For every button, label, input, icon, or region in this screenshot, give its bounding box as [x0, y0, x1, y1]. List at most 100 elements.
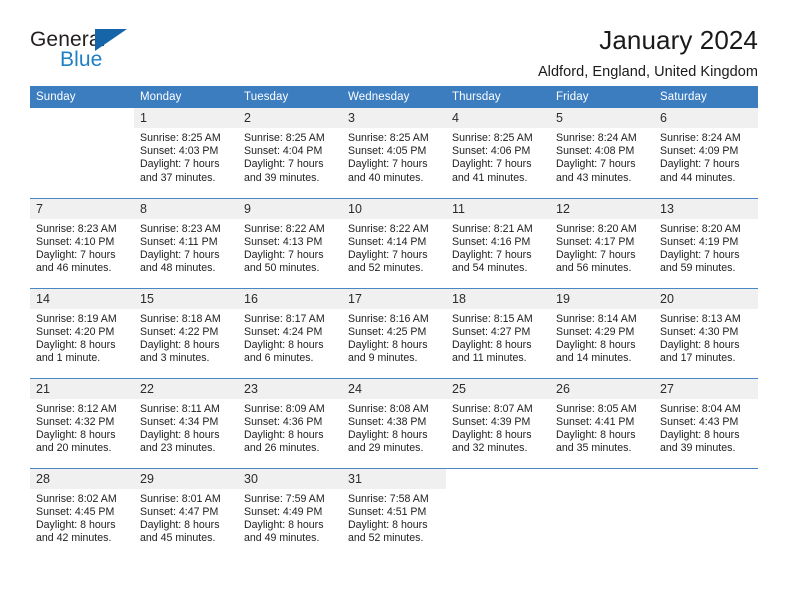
daylight-text: and 17 minutes.	[660, 352, 736, 365]
calendar-day-cell[interactable]: 30 Sunrise: 7:59 AM Sunset: 4:49 PM Dayligh…	[238, 467, 342, 558]
day-number: 30	[238, 468, 342, 489]
day-cell-inner: 24 Sunrise: 8:08 AM Sunset: 4:38 PM Dayligh…	[342, 378, 446, 468]
calendar-day-cell[interactable]: 8 Sunrise: 8:23 AM Sunset: 4:11 PM Daylight…	[134, 197, 238, 288]
calendar-day-cell[interactable]: 28 Sunrise: 8:02 AM Sunset: 4:45 PM Dayligh…	[30, 467, 134, 559]
calendar-day-cell[interactable]: 13 Sunrise: 8:20 AM Sunset: 4:19 PM Dayligh…	[654, 197, 758, 288]
sunset-text: Sunset: 4:36 PM	[244, 415, 323, 428]
calendar-day-cell[interactable]: 26 Sunrise: 8:05 AM Sunset: 4:41 PM Dayligh…	[550, 377, 654, 468]
day-cell-inner: 19 Sunrise: 8:14 AM Sunset: 4:29 PM Dayligh…	[550, 288, 654, 378]
calendar-day-cell[interactable]: 11 Sunrise: 8:21 AM Sunset: 4:16 PM Dayligh…	[446, 197, 550, 288]
calendar-day-cell[interactable]: 29 Sunrise: 8:01 AM Sunset: 4:47 PM Dayligh…	[134, 467, 238, 558]
day-number: 27	[654, 378, 758, 399]
calendar-day-cell[interactable]: 17 Sunrise: 8:16 AM Sunset: 4:25 PM Dayligh…	[342, 287, 446, 378]
day-details: Sunrise: 8:09 AM Sunset: 4:36 PM Daylight:…	[238, 399, 342, 456]
sunset-text: Sunset: 4:09 PM	[660, 145, 739, 158]
sunrise-text: Sunrise: 8:15 AM	[452, 312, 533, 325]
sunset-text: Sunset: 4:16 PM	[452, 235, 531, 248]
sunrise-text: Sunrise: 8:12 AM	[36, 402, 117, 415]
daylight-text: Daylight: 8 hours	[660, 428, 740, 441]
day-cell-inner: 28 Sunrise: 8:02 AM Sunset: 4:45 PM Dayligh…	[30, 468, 134, 559]
sunrise-text: Sunrise: 8:20 AM	[660, 222, 741, 235]
sunrise-text: Sunrise: 8:05 AM	[556, 402, 637, 415]
day-details: Sunrise: 8:20 AM Sunset: 4:19 PM Daylight:…	[654, 219, 758, 276]
sunrise-text: Sunrise: 8:04 AM	[660, 402, 741, 415]
day-cell-inner: 31 Sunrise: 7:58 AM Sunset: 4:51 PM Dayligh…	[342, 468, 446, 559]
calendar-day-cell[interactable]: 25 Sunrise: 8:07 AM Sunset: 4:39 PM Dayligh…	[446, 377, 550, 468]
day-number: 24	[342, 378, 446, 399]
weekday-header-monday: Monday	[134, 86, 238, 108]
calendar-day-cell[interactable]: 1 Sunrise: 8:25 AM Sunset: 4:03 PM Daylight…	[134, 108, 238, 198]
calendar-week-row: 28 Sunrise: 8:02 AM Sunset: 4:45 PM Dayligh…	[30, 467, 758, 559]
sunset-text: Sunset: 4:11 PM	[140, 235, 218, 248]
calendar-day-cell[interactable]: 16 Sunrise: 8:17 AM Sunset: 4:24 PM Dayligh…	[238, 287, 342, 378]
day-cell-inner: 26 Sunrise: 8:05 AM Sunset: 4:41 PM Dayligh…	[550, 378, 654, 468]
calendar-day-cell[interactable]: 3 Sunrise: 8:25 AM Sunset: 4:05 PM Daylight…	[342, 108, 446, 198]
calendar-empty-cell	[30, 108, 134, 198]
weekday-header-tuesday: Tuesday	[238, 86, 342, 108]
sunrise-text: Sunrise: 8:19 AM	[36, 312, 117, 325]
daylight-text: Daylight: 8 hours	[140, 428, 220, 441]
day-number: 11	[446, 198, 550, 219]
day-number	[550, 468, 654, 489]
calendar-body: 1 Sunrise: 8:25 AM Sunset: 4:03 PM Daylight…	[30, 108, 758, 558]
day-cell-inner: 7 Sunrise: 8:23 AM Sunset: 4:10 PM Daylight…	[30, 198, 134, 288]
day-details: Sunrise: 8:08 AM Sunset: 4:38 PM Daylight:…	[342, 399, 446, 456]
calendar-day-cell[interactable]: 6 Sunrise: 8:24 AM Sunset: 4:09 PM Daylight…	[654, 108, 758, 198]
day-cell-inner: 2 Sunrise: 8:25 AM Sunset: 4:04 PM Daylight…	[238, 108, 342, 198]
calendar-day-cell[interactable]: 20 Sunrise: 8:13 AM Sunset: 4:30 PM Dayligh…	[654, 287, 758, 378]
day-number: 2	[238, 108, 342, 128]
day-details: Sunrise: 8:21 AM Sunset: 4:16 PM Daylight:…	[446, 219, 550, 276]
daylight-text: and 14 minutes.	[556, 352, 632, 365]
day-cell-inner: 6 Sunrise: 8:24 AM Sunset: 4:09 PM Daylight…	[654, 108, 758, 198]
calendar-day-cell[interactable]: 12 Sunrise: 8:20 AM Sunset: 4:17 PM Dayligh…	[550, 197, 654, 288]
calendar-day-cell[interactable]: 14 Sunrise: 8:19 AM Sunset: 4:20 PM Dayligh…	[30, 287, 134, 378]
day-cell-inner: 13 Sunrise: 8:20 AM Sunset: 4:19 PM Dayligh…	[654, 198, 758, 288]
day-number: 20	[654, 288, 758, 309]
sunset-text: Sunset: 4:20 PM	[36, 325, 115, 338]
day-number: 18	[446, 288, 550, 309]
sunset-text: Sunset: 4:27 PM	[452, 325, 531, 338]
day-cell-inner: 18 Sunrise: 8:15 AM Sunset: 4:27 PM Dayligh…	[446, 288, 550, 378]
sunrise-text: Sunrise: 8:09 AM	[244, 402, 325, 415]
day-number: 23	[238, 378, 342, 399]
calendar-day-cell[interactable]: 7 Sunrise: 8:23 AM Sunset: 4:10 PM Daylight…	[30, 197, 134, 288]
daylight-text: and 59 minutes.	[660, 262, 736, 275]
day-number: 15	[134, 288, 238, 309]
sunrise-text: Sunrise: 8:25 AM	[452, 132, 533, 144]
day-cell-inner	[30, 108, 134, 198]
daylight-text: and 42 minutes.	[36, 532, 112, 545]
sunset-text: Sunset: 4:34 PM	[140, 415, 219, 428]
logo-text-blue: Blue	[60, 48, 103, 71]
day-details: Sunrise: 8:20 AM Sunset: 4:17 PM Daylight:…	[550, 219, 654, 276]
calendar-day-cell[interactable]: 31 Sunrise: 7:58 AM Sunset: 4:51 PM Dayligh…	[342, 467, 446, 559]
calendar-day-cell[interactable]: 9 Sunrise: 8:22 AM Sunset: 4:13 PM Daylight…	[238, 197, 342, 288]
calendar-day-cell[interactable]: 5 Sunrise: 8:24 AM Sunset: 4:08 PM Daylight…	[550, 108, 654, 198]
day-details: Sunrise: 8:14 AM Sunset: 4:29 PM Daylight:…	[550, 309, 654, 366]
calendar-day-cell[interactable]: 22 Sunrise: 8:11 AM Sunset: 4:34 PM Dayligh…	[134, 377, 238, 468]
sunset-text: Sunset: 4:39 PM	[452, 415, 531, 428]
day-cell-inner: 12 Sunrise: 8:20 AM Sunset: 4:17 PM Dayligh…	[550, 198, 654, 288]
calendar-day-cell[interactable]: 19 Sunrise: 8:14 AM Sunset: 4:29 PM Dayligh…	[550, 287, 654, 378]
weekday-header-wednesday: Wednesday	[342, 86, 446, 108]
general-blue-logo[interactable]: General Blue	[30, 26, 138, 74]
day-details: Sunrise: 8:12 AM Sunset: 4:32 PM Daylight:…	[30, 399, 134, 456]
day-details: Sunrise: 8:13 AM Sunset: 4:30 PM Daylight:…	[654, 309, 758, 366]
sunset-text: Sunset: 4:41 PM	[556, 415, 635, 428]
calendar-day-cell[interactable]: 15 Sunrise: 8:18 AM Sunset: 4:22 PM Dayligh…	[134, 287, 238, 378]
day-number: 9	[238, 198, 342, 219]
day-number: 31	[342, 468, 446, 489]
calendar-day-cell[interactable]: 23 Sunrise: 8:09 AM Sunset: 4:36 PM Dayligh…	[238, 377, 342, 468]
day-cell-inner: 22 Sunrise: 8:11 AM Sunset: 4:34 PM Dayligh…	[134, 378, 238, 468]
calendar-day-cell[interactable]: 24 Sunrise: 8:08 AM Sunset: 4:38 PM Dayligh…	[342, 377, 446, 468]
calendar-day-cell[interactable]: 10 Sunrise: 8:22 AM Sunset: 4:14 PM Dayligh…	[342, 197, 446, 288]
calendar-day-cell[interactable]: 18 Sunrise: 8:15 AM Sunset: 4:27 PM Dayligh…	[446, 287, 550, 378]
calendar-day-cell[interactable]: 2 Sunrise: 8:25 AM Sunset: 4:04 PM Daylight…	[238, 108, 342, 198]
daylight-text: Daylight: 7 hours	[244, 248, 324, 261]
day-details: Sunrise: 8:23 AM Sunset: 4:10 PM Daylight:…	[30, 219, 134, 276]
calendar-day-cell[interactable]: 4 Sunrise: 8:25 AM Sunset: 4:06 PM Daylight…	[446, 108, 550, 198]
day-details: Sunrise: 8:11 AM Sunset: 4:34 PM Daylight:…	[134, 399, 238, 456]
daylight-text: Daylight: 7 hours	[660, 248, 740, 261]
calendar-day-cell[interactable]: 21 Sunrise: 8:12 AM Sunset: 4:32 PM Dayligh…	[30, 377, 134, 468]
sunrise-text: Sunrise: 8:25 AM	[140, 132, 221, 144]
calendar-day-cell[interactable]: 27 Sunrise: 8:04 AM Sunset: 4:43 PM Dayligh…	[654, 377, 758, 468]
